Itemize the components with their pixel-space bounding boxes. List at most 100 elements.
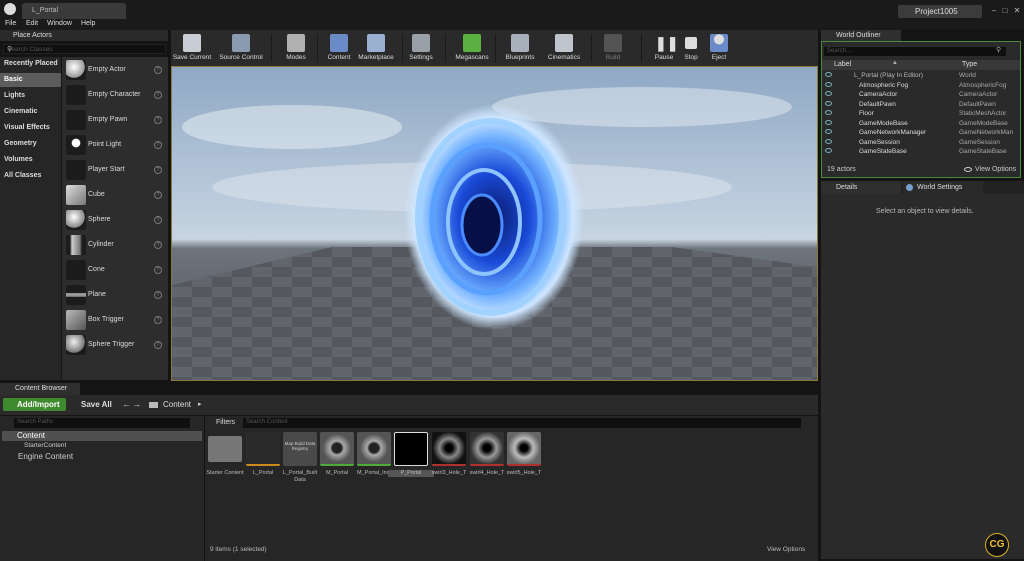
help-icon[interactable]: ? [154,316,162,324]
source-control-button[interactable]: Source Control [219,32,263,64]
actor-item-player-start[interactable]: Player Start? [62,158,168,182]
asset-m-portal-inst[interactable]: M_Portal_Inst [357,432,391,484]
view-options-button[interactable]: View Options [975,166,1016,173]
category-geometry[interactable]: Geometry [0,137,61,151]
tree-item-starter-content[interactable]: StarterContent [24,442,66,449]
actor-item-point-light[interactable]: Point Light? [62,133,168,157]
asset-starter-content[interactable]: Starter Content [206,432,244,484]
tree-item-engine-content[interactable]: Engine Content [18,452,73,461]
outliner-row[interactable]: L_Portal (Play In Editor) World [822,71,1020,81]
ue-logo-icon[interactable] [4,3,16,15]
menu-help[interactable]: Help [81,20,95,27]
help-icon[interactable]: ? [154,91,162,99]
menu-file[interactable]: File [5,20,16,27]
close-icon[interactable]: ✕ [1012,6,1022,15]
eye-icon[interactable] [825,91,832,96]
eye-icon[interactable] [825,81,832,87]
help-icon[interactable]: ? [154,266,162,274]
asset-swirl3-hole-t[interactable]: swirl3_Hole_T [432,432,466,484]
save-all-button[interactable]: Save All [81,400,112,409]
category-visual-effects[interactable]: Visual Effects [0,121,61,135]
asset-l-portal[interactable]: L_Portal [246,432,280,484]
help-icon[interactable]: ? [154,66,162,74]
asset-m-portal[interactable]: M_Portal [320,432,354,484]
path-content[interactable]: Content [163,400,191,409]
outliner-row[interactable]: GameModeBase GameModeBase [822,119,1020,129]
blueprints-button[interactable]: Blueprints [505,32,535,64]
actor-item-cylinder[interactable]: Cylinder? [62,233,168,257]
menu-window[interactable]: Window [47,20,72,27]
outliner-row[interactable]: GameSession GameSession [822,138,1020,148]
world-outliner-tab[interactable]: World Outliner [821,30,901,41]
cinematics-button[interactable]: Cinematics [548,32,580,64]
asset-swirl4-hole-t[interactable]: swirl4_Hole_T [470,432,504,484]
actor-item-empty-pawn[interactable]: Empty Pawn? [62,108,168,132]
actor-item-cone[interactable]: Cone? [62,258,168,282]
eye-icon[interactable] [825,110,832,115]
category-lights[interactable]: Lights [0,89,61,103]
search-content-input[interactable]: Search Content [243,418,801,428]
view-options-button[interactable]: View Options [767,546,805,553]
outliner-search-input[interactable]: Search... [824,47,1006,56]
filters-button[interactable]: Filters [216,419,235,426]
outliner-row[interactable]: DefaultPawn DefaultPawn [822,100,1020,110]
actor-item-empty-actor[interactable]: Empty Actor? [62,58,168,82]
actor-item-sphere-trigger[interactable]: Sphere Trigger? [62,333,168,357]
actor-item-plane[interactable]: Plane? [62,283,168,307]
outliner-row[interactable]: Atmospheric Fog AtmosphericFog [822,81,1020,91]
help-icon[interactable]: ? [154,341,162,349]
help-icon[interactable]: ? [154,216,162,224]
eject-button[interactable]: Eject [704,32,734,64]
actor-item-box-trigger[interactable]: Box Trigger? [62,308,168,332]
column-type[interactable]: Type [962,61,977,68]
level-viewport[interactable] [171,66,818,381]
actor-item-cube[interactable]: Cube? [62,183,168,207]
back-arrow-icon[interactable]: ← [122,399,131,409]
help-icon[interactable]: ? [154,141,162,149]
category-volumes[interactable]: Volumes [0,153,61,167]
details-tab[interactable] [821,181,901,194]
marketplace-button[interactable]: Marketplace [358,32,394,64]
help-icon[interactable]: ? [154,241,162,249]
content-browser-tab[interactable]: Content Browser [0,383,80,395]
minimize-icon[interactable]: – [989,6,999,15]
outliner-row[interactable]: Floor StaticMeshActor [822,109,1020,119]
megascans-button[interactable]: Megascans [455,32,489,64]
asset-swirl5-hole-t[interactable]: swirl5_Hole_T [507,432,541,484]
outliner-row[interactable]: GameNetworkManager GameNetworkMan [822,128,1020,138]
eye-icon[interactable] [825,129,832,134]
category-recently-placed[interactable]: Recently Placed [0,57,61,71]
outliner-row[interactable]: CameraActor CameraActor [822,90,1020,100]
eye-icon[interactable] [825,119,832,125]
content-button[interactable]: Content [324,32,354,64]
eye-icon[interactable] [825,148,832,153]
menu-edit[interactable]: Edit [26,20,38,27]
tree-item-content[interactable]: Content [2,431,202,441]
category-all-classes[interactable]: All Classes [0,169,61,183]
eye-icon[interactable] [825,72,832,77]
actor-item-empty-character[interactable]: Empty Character? [62,83,168,107]
eye-icon[interactable] [825,138,832,144]
category-basic[interactable]: Basic [0,73,61,87]
add-import-button[interactable]: Add/Import [3,398,66,411]
build-button[interactable]: Build [598,32,628,64]
maximize-icon[interactable]: □ [1000,6,1010,15]
column-label[interactable]: Label [834,61,851,68]
help-icon[interactable]: ? [154,191,162,199]
actor-item-sphere[interactable]: Sphere? [62,208,168,232]
help-icon[interactable]: ? [154,116,162,124]
help-icon[interactable]: ? [154,291,162,299]
outliner-row[interactable]: GameStateBase GameStateBase [822,147,1020,157]
place-actors-tab[interactable]: Place Actors [0,30,168,41]
save-current-button[interactable]: Save Current [173,32,211,64]
forward-arrow-icon[interactable]: → [132,399,141,409]
search-paths-input[interactable]: Search Paths [14,418,190,428]
modes-button[interactable]: Modes [281,32,311,64]
settings-button[interactable]: Settings [406,32,436,64]
chevron-right-icon[interactable]: ▸ [198,400,202,408]
asset-p-portal[interactable]: P_Portal [388,432,434,484]
category-cinematic[interactable]: Cinematic [0,105,61,119]
asset-l-portal-built-data[interactable]: Map Build Data Registry L_Portal_Built Da… [283,432,317,484]
eye-icon[interactable] [825,100,832,106]
level-tab[interactable]: L_Portal [22,3,126,19]
